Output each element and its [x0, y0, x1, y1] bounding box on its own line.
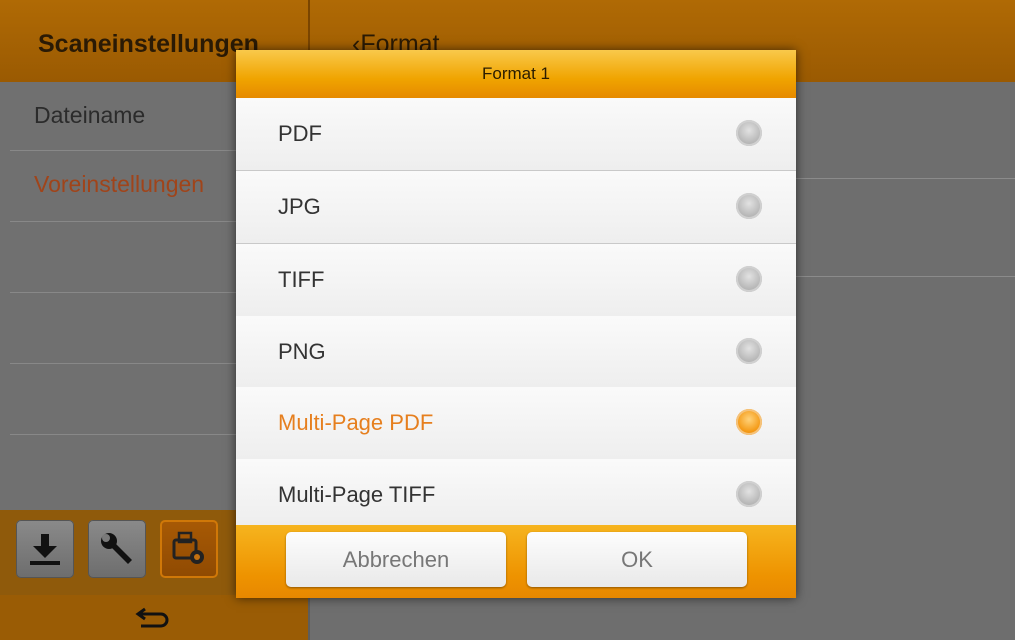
sidebar-item-label: Dateiname	[34, 102, 146, 128]
scanner-settings-icon	[172, 531, 204, 564]
download-icon	[30, 534, 60, 565]
radio-button[interactable]	[736, 120, 762, 146]
format-option-tiff[interactable]: TIFF	[236, 244, 796, 317]
download-button[interactable]	[16, 520, 74, 578]
radio-button[interactable]	[736, 481, 762, 507]
format-dialog: Format 1 PDF JPG TIFF PNG Multi-Page PDF…	[236, 50, 796, 598]
format-option-multi-page-tiff[interactable]: Multi-Page TIFF	[236, 459, 796, 526]
dialog-title: Format 1	[481, 64, 551, 83]
option-label: TIFF	[278, 267, 325, 292]
radio-button[interactable]	[736, 266, 762, 292]
sidebar-item-label: Voreinstellungen	[34, 171, 205, 197]
radio-button[interactable]	[736, 338, 762, 364]
radio-button[interactable]	[736, 193, 762, 219]
radio-button-selected[interactable]	[736, 409, 762, 435]
option-label: PNG	[278, 339, 326, 364]
format-option-png[interactable]: PNG	[236, 316, 796, 389]
app-title: Scaneinstellungen	[38, 30, 259, 58]
option-label: Multi-Page PDF	[278, 410, 434, 435]
wrench-icon	[101, 533, 132, 564]
cancel-button[interactable]: Abbrechen	[286, 532, 506, 587]
format-option-multi-page-pdf[interactable]: Multi-Page PDF	[236, 387, 796, 460]
option-label: PDF	[278, 121, 322, 146]
format-option-pdf[interactable]: PDF	[236, 98, 796, 171]
option-label: Multi-Page TIFF	[278, 482, 436, 507]
ok-button[interactable]: OK	[527, 532, 747, 587]
scanner-settings-button[interactable]	[160, 520, 218, 578]
option-label: JPG	[278, 194, 321, 219]
settings-wrench-button[interactable]	[88, 520, 146, 578]
back-arrow-icon[interactable]	[135, 605, 171, 631]
format-option-jpg[interactable]: JPG	[236, 171, 796, 244]
